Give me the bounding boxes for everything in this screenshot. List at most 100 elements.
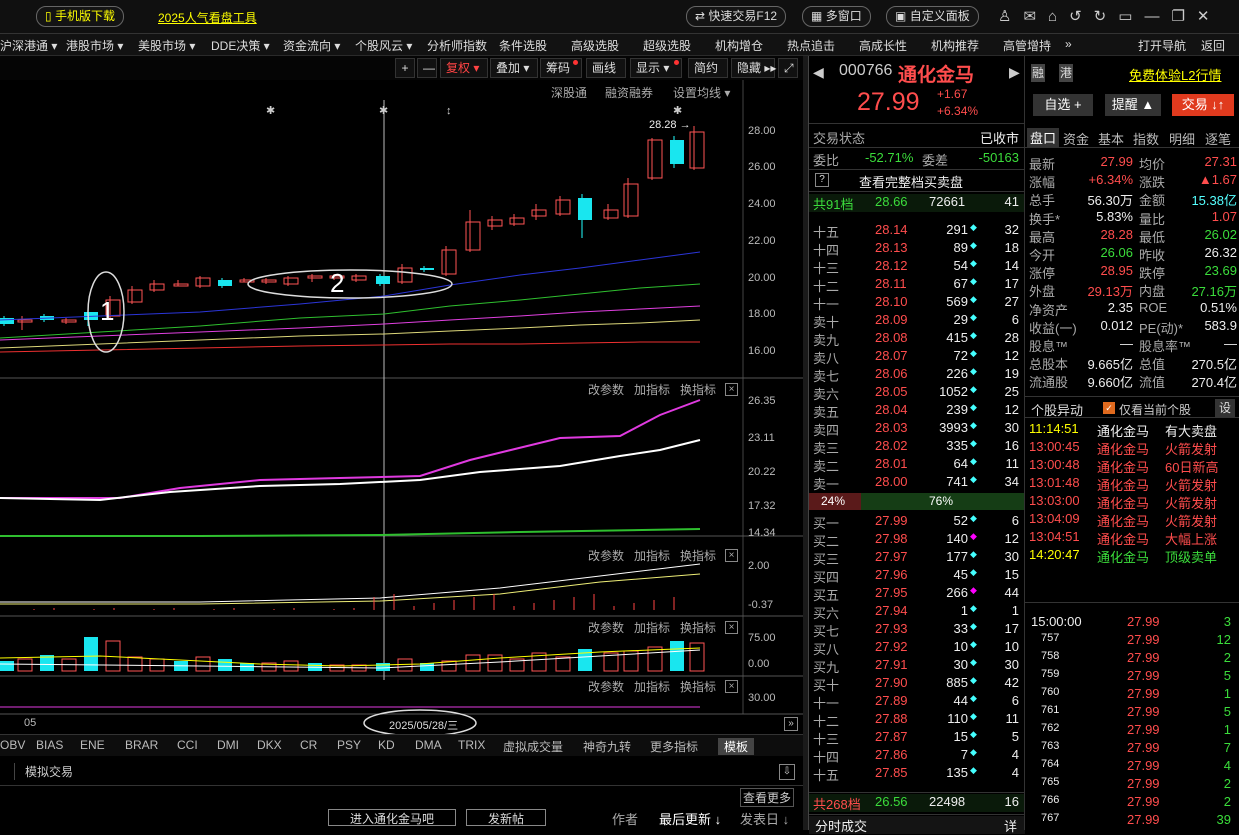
close-panel-icon[interactable]: × [725, 549, 738, 562]
indicator-tab[interactable]: TRIX [458, 738, 485, 752]
close-panel-icon[interactable]: × [725, 383, 738, 396]
indicator-tab[interactable]: OBV [0, 738, 25, 752]
menu-more[interactable]: » [1065, 37, 1072, 51]
switch-indicator-link[interactable]: 换指标 [680, 619, 716, 636]
promo-link[interactable]: 2025人气看盘工具 [158, 9, 257, 26]
hide-button[interactable]: 隐藏 ▸▸ [731, 58, 776, 78]
menu-back[interactable]: 返回 [1201, 37, 1225, 54]
indicator-tab[interactable]: BRAR [125, 738, 158, 752]
draw-line-button[interactable]: 画线 [586, 58, 626, 78]
add-indicator-link[interactable]: 加指标 [634, 381, 670, 398]
menu-item-hk[interactable]: 港股市场 ▾ [66, 37, 123, 54]
menu-item-dde[interactable]: DDE决策 ▾ [211, 37, 270, 54]
last-update-column[interactable]: 最后更新 ↓ [659, 809, 721, 828]
only-current-label[interactable]: 仅看当前个股 [1119, 401, 1191, 418]
tab-index[interactable]: 指数 [1133, 129, 1159, 148]
l2-trial-link[interactable]: 免费体验L2行情 [1129, 65, 1221, 84]
sgt-link[interactable]: 深股通 [551, 84, 587, 101]
alert-row[interactable]: 14:20:47 通化金马 顶级卖单 [1029, 547, 1237, 565]
multi-window-button[interactable]: ▦ 多窗口 [802, 6, 871, 27]
alert-row[interactable]: 13:00:48 通化金马 60日新高 [1029, 457, 1237, 475]
indicator-tab[interactable]: 虚拟成交量 [503, 738, 563, 755]
next-stock-icon[interactable]: ▶ [1009, 64, 1020, 81]
alert-button[interactable]: 提醒 ▲ [1105, 94, 1161, 116]
indicator-tab[interactable]: DKX [257, 738, 282, 752]
indicator-tab[interactable]: 神奇九转 [583, 738, 631, 755]
indicator-tab[interactable]: DMI [217, 738, 239, 752]
menu-item-advanced[interactable]: 高级选股 [571, 37, 619, 54]
add-indicator-link[interactable]: 加指标 [634, 678, 670, 695]
indicator-tab[interactable]: BIAS [36, 738, 63, 752]
menu-open-nav[interactable]: 打开导航 [1138, 37, 1186, 54]
alert-row[interactable]: 13:03:00 通化金马 火箭发射 [1029, 493, 1237, 511]
change-param-link[interactable]: 改参数 [588, 619, 624, 636]
collapse-icon[interactable]: ⇩ [779, 764, 795, 780]
indicator-tab[interactable]: CR [300, 738, 317, 752]
alert-row[interactable]: 13:00:45 通化金马 火箭发射 [1029, 439, 1237, 457]
menu-item-condition[interactable]: 条件选股 [499, 37, 547, 54]
menu-item-super[interactable]: 超级选股 [643, 37, 691, 54]
tab-basic[interactable]: 基本 [1098, 129, 1124, 148]
ma-setting-link[interactable]: 设置均线 ▾ [673, 84, 730, 101]
restore-icon[interactable]: ❐ [1171, 8, 1196, 25]
indicator-tab[interactable]: DMA [415, 738, 442, 752]
zoom-out-button[interactable]: — [417, 58, 437, 78]
menu-item-us[interactable]: 美股市场 ▾ [138, 37, 195, 54]
menu-item-analyst[interactable]: 分析师指数 [427, 37, 487, 54]
indicator-tab[interactable]: ENE [80, 738, 105, 752]
tab-detail[interactable]: 明细 [1169, 129, 1195, 148]
indicator-tab[interactable]: PSY [337, 738, 361, 752]
menu-item-hot[interactable]: 热点追击 [787, 37, 835, 54]
alert-row[interactable]: 13:04:09 通化金马 火箭发射 [1029, 511, 1237, 529]
change-param-link[interactable]: 改参数 [588, 678, 624, 695]
menu-item-fund-flow[interactable]: 资金流向 ▾ [283, 37, 340, 54]
quick-trade-button[interactable]: ⇄ 快速交易F12 [686, 6, 787, 27]
sim-trade-tab[interactable]: 模拟交易 [14, 763, 73, 780]
alert-row[interactable]: 11:14:51 通化金马 有大卖盘 [1029, 421, 1237, 439]
new-post-button[interactable]: 发新帖 [466, 809, 546, 826]
overlay-button[interactable]: 叠加 ▾ [490, 58, 538, 78]
alerts-settings-button[interactable]: 设 [1215, 399, 1235, 417]
scroll-right-button[interactable]: » [784, 717, 798, 731]
alert-row[interactable]: 13:01:48 通化金马 火箭发射 [1029, 475, 1237, 493]
user-icon[interactable]: ♙ [998, 8, 1023, 25]
alert-row[interactable]: 13:04:51 通化金马 大幅上涨 [1029, 529, 1237, 547]
fenshi-row[interactable]: 分时成交 详 [809, 816, 1025, 834]
home-icon[interactable]: ⌂ [1048, 8, 1069, 25]
full-book-row[interactable]: ? 查看完整档买卖盘 [809, 172, 1025, 190]
menu-item-stock-wind[interactable]: 个股风云 ▾ [355, 37, 412, 54]
tab-tick[interactable]: 逐笔 [1205, 129, 1231, 148]
zoom-in-button[interactable]: + [395, 58, 415, 78]
simple-button[interactable]: 简约 [688, 58, 728, 78]
switch-indicator-link[interactable]: 换指标 [680, 678, 716, 695]
post-date-column[interactable]: 发表日 ↓ [740, 809, 789, 828]
menu-item-inst-add[interactable]: 机构增仓 [715, 37, 763, 54]
author-column[interactable]: 作者 [612, 809, 638, 828]
menu-item-exec[interactable]: 高管增持 [1003, 37, 1051, 54]
mail-icon[interactable]: ✉ [1023, 8, 1048, 25]
indicator-tab[interactable]: CCI [177, 738, 198, 752]
close-panel-icon[interactable]: × [725, 680, 738, 693]
back-icon[interactable]: ↺ [1069, 8, 1094, 25]
add-indicator-link[interactable]: 加指标 [634, 547, 670, 564]
trade-button[interactable]: 交易 ↓↑ [1172, 94, 1234, 116]
help-icon[interactable]: ? [815, 173, 829, 187]
tab-fund[interactable]: 资金 [1063, 129, 1089, 148]
add-indicator-link[interactable]: 加指标 [634, 619, 670, 636]
switch-indicator-link[interactable]: 换指标 [680, 547, 716, 564]
custom-panel-button[interactable]: ▣ 自定义面板 [886, 6, 979, 27]
template-tab[interactable]: 模板 [718, 738, 755, 755]
margin-link[interactable]: 融资融券 [605, 84, 653, 101]
close-panel-icon[interactable]: × [725, 621, 738, 634]
enter-forum-button[interactable]: 进入通化金马吧 [328, 809, 456, 826]
tab-pankou[interactable]: 盘口 [1027, 128, 1059, 147]
change-param-link[interactable]: 改参数 [588, 547, 624, 564]
fullscreen-icon[interactable]: ⤢ [778, 58, 798, 78]
add-watchlist-button[interactable]: 自选 + [1033, 94, 1093, 116]
full-book-link[interactable]: 查看完整档买卖盘 [859, 172, 963, 191]
only-current-checkbox[interactable]: ✓ [1103, 402, 1115, 414]
menu-item-inst-rec[interactable]: 机构推荐 [931, 37, 979, 54]
view-more-button[interactable]: 查看更多 [740, 788, 795, 807]
change-param-link[interactable]: 改参数 [588, 381, 624, 398]
indicator-tab[interactable]: KD [378, 738, 395, 752]
